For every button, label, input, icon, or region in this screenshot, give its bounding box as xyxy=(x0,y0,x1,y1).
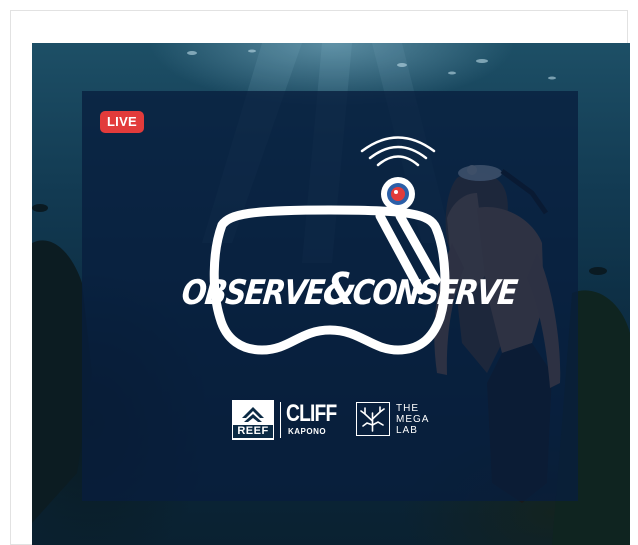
cliff-sub-label: KAPONO xyxy=(288,427,327,436)
title-conserve: CONSERVE xyxy=(350,273,519,313)
signal-waves-icon xyxy=(360,136,436,167)
logo-title: OBSERVE&CONSERVE xyxy=(179,264,518,315)
megalab-line2: MEGA xyxy=(396,414,430,425)
cliff-logo: CLIFF xyxy=(286,400,337,427)
megalab-logo xyxy=(356,402,390,436)
reef-label: REEF xyxy=(233,425,273,438)
sponsor-divider xyxy=(280,402,281,438)
megalab-line3: LAB xyxy=(396,425,418,436)
megalab-label: THE MEGA LAB xyxy=(396,403,429,436)
megalab-line1: THE xyxy=(396,403,419,414)
camera-icon xyxy=(381,177,415,211)
reef-logo: REEF xyxy=(232,400,274,440)
reef-wave-icon xyxy=(242,407,264,422)
coral-icon xyxy=(360,406,385,432)
sponsor-logos: REEF CLIFF KAPONO THE MEGA LAB xyxy=(232,400,438,440)
title-observe: OBSERVE xyxy=(179,273,326,313)
